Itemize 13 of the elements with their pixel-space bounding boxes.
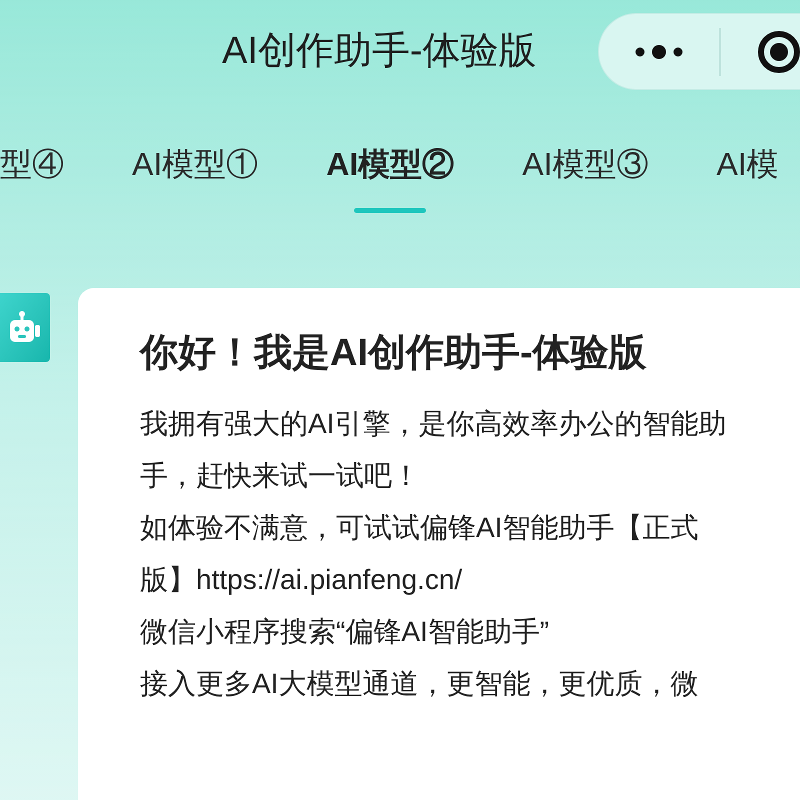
- window-title: AI创作助手-体验版: [222, 29, 537, 74]
- message-text: 接入更多AI大模型通道，更智能，更优质，微: [140, 667, 700, 701]
- target-icon: [757, 30, 800, 74]
- message-text: 如体验不满意，可试试偏锋AI智能助手【正式版】https://ai.pianfeng.cn/: [140, 511, 700, 597]
- message-text: 我拥有强大的AI引擎，是你高效率办公的智能助手，赶快来试一试吧！: [140, 407, 728, 493]
- model-tab[interactable]: AI模型③: [522, 142, 648, 186]
- message-title: 你好！我是AI创作助手-体验版: [140, 331, 648, 376]
- robot-icon: [10, 310, 40, 344]
- model-tab[interactable]: 型④: [0, 142, 64, 186]
- model-tab[interactable]: AI模型②: [326, 142, 454, 186]
- model-tab[interactable]: AI模型①: [132, 142, 258, 186]
- model-tab[interactable]: AI模: [716, 142, 779, 186]
- message-text: 微信小程序搜索“偏锋AI智能助手”: [140, 615, 550, 649]
